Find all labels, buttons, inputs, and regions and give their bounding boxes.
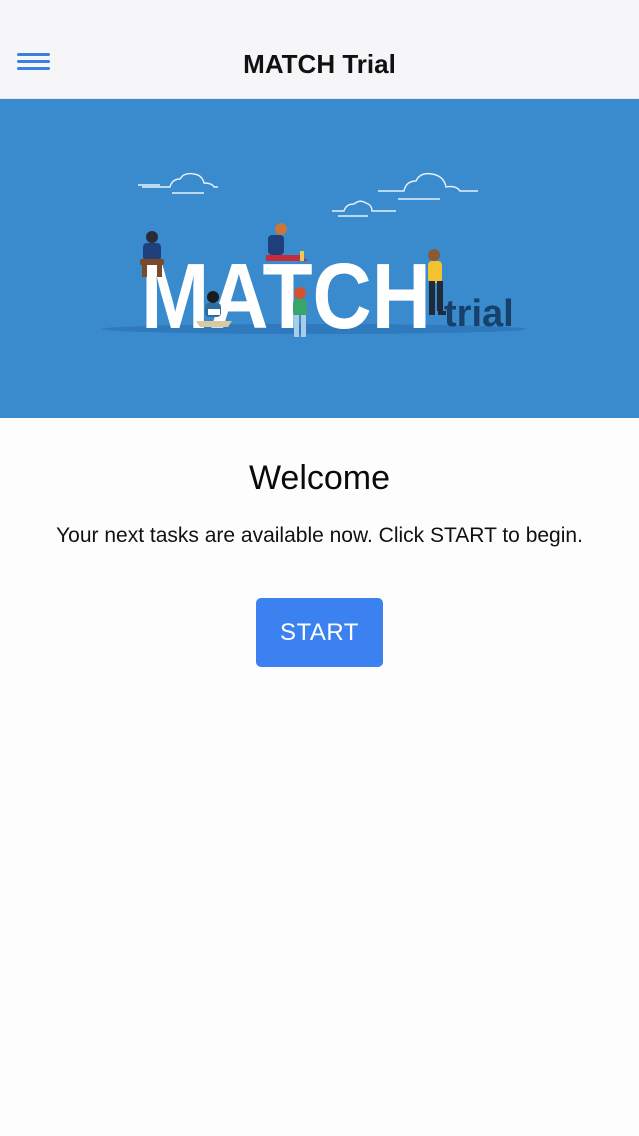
welcome-heading: Welcome [248,459,391,497]
cloud-icon [138,172,218,194]
person-reclining-icon [266,223,308,261]
match-trial-banner-illustration: MATCH trial [102,172,526,348]
start-button[interactable]: START [256,598,383,667]
cloud-icon [378,172,478,200]
logo-sub-text: trial [444,293,514,335]
top-navigation-bar: MATCH Trial [0,0,639,99]
app-screen: MATCH Trial MATCH trial Welcome Your nex… [0,0,639,1136]
page-title: MATCH Trial [243,49,396,79]
hero-banner: MATCH trial [0,99,639,418]
tasks-message: Your next tasks are available now. Click… [56,524,583,547]
cloud-icon [332,200,396,217]
